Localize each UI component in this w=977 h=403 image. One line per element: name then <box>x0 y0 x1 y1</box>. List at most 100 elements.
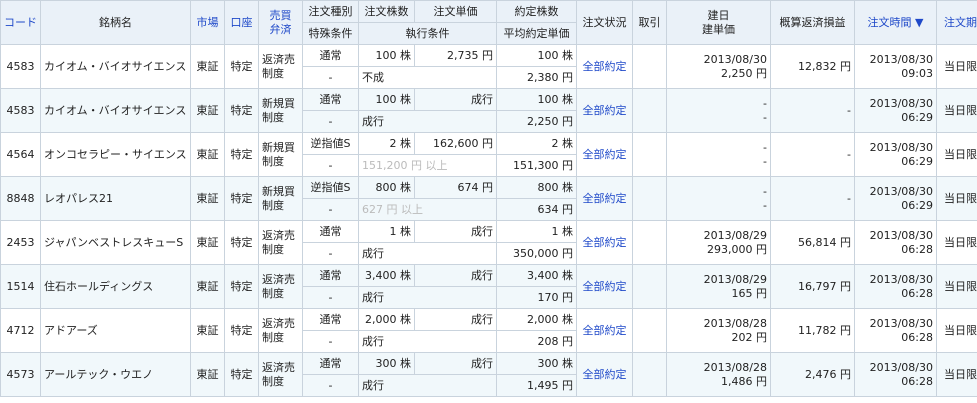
header-build: 建日 建単価 <box>666 0 771 45</box>
row-trade: 新規買 制度 <box>258 88 303 133</box>
row-avg-price: 151,300 円 <box>496 154 577 177</box>
row-account: 特定 <box>224 132 259 177</box>
row-status-link[interactable]: 全部約定 <box>576 132 633 177</box>
row-account: 特定 <box>224 176 259 221</box>
row-status-link[interactable]: 全部約定 <box>576 264 633 309</box>
row-trade-system: 制度 <box>262 110 284 124</box>
header-code[interactable]: コード <box>0 0 41 45</box>
row-order-type: 通常 <box>302 308 359 331</box>
row-filled-qty: 300 株 <box>496 352 577 375</box>
row-price: 成行 <box>414 308 497 331</box>
header-order-time[interactable]: 注文時間 ▼ <box>854 0 937 45</box>
row-order-time: 2013/08/30 06:28 <box>854 352 937 397</box>
row-code: 1514 <box>0 264 41 309</box>
row-qty: 100 株 <box>358 44 415 67</box>
row-build-price: 293,000 円 <box>707 242 767 256</box>
row-build-date: 2013/08/28 <box>703 360 767 374</box>
row-price: 成行 <box>414 352 497 375</box>
row-pnl: 2,476 円 <box>770 352 855 397</box>
row-order-time: 2013/08/30 09:03 <box>854 44 937 89</box>
row-build-date: - <box>763 96 767 110</box>
header-trade[interactable]: 売買 弁済 <box>258 0 303 45</box>
row-avg-price: 2,380 円 <box>496 66 577 89</box>
row-market: 東証 <box>190 44 225 89</box>
row-order-time: 2013/08/30 06:29 <box>854 88 937 133</box>
row-account: 特定 <box>224 88 259 133</box>
row-trade: 返済売 制度 <box>258 352 303 397</box>
row-exec-cond: 成行 <box>358 286 497 309</box>
row-order-type: 通常 <box>302 88 359 111</box>
row-code: 4564 <box>0 132 41 177</box>
row-expiry: 当日限り <box>936 176 977 221</box>
row-code: 4573 <box>0 352 41 397</box>
row-order-type: 通常 <box>302 44 359 67</box>
row-avg-price: 2,250 円 <box>496 110 577 133</box>
header-account[interactable]: 口座 <box>224 0 259 45</box>
row-status-link[interactable]: 全部約定 <box>576 44 633 89</box>
row-status-link[interactable]: 全部約定 <box>576 352 633 397</box>
row-order-date: 2013/08/30 <box>869 96 933 110</box>
row-build: 2013/08/29 293,000 円 <box>666 220 771 265</box>
row-order-time: 2013/08/30 06:28 <box>854 220 937 265</box>
row-qty: 2,000 株 <box>358 308 415 331</box>
row-avg-price: 634 円 <box>496 198 577 221</box>
header-market[interactable]: 市場 <box>190 0 225 45</box>
row-special-cond: - <box>302 154 359 177</box>
row-market: 東証 <box>190 176 225 221</box>
row-code: 4583 <box>0 44 41 89</box>
row-qty: 1 株 <box>358 220 415 243</box>
row-pnl: - <box>770 132 855 177</box>
row-trade: 返済売 制度 <box>258 264 303 309</box>
row-build: - - <box>666 132 771 177</box>
row-code: 8848 <box>0 176 41 221</box>
row-stock-name: レオパレス21 <box>40 176 191 221</box>
row-order-date: 2013/08/30 <box>869 272 933 286</box>
row-status-link[interactable]: 全部約定 <box>576 308 633 353</box>
row-expiry: 当日限り <box>936 220 977 265</box>
row-market: 東証 <box>190 308 225 353</box>
row-trade-system: 制度 <box>262 330 284 344</box>
row-price: 成行 <box>414 220 497 243</box>
row-pnl: 56,814 円 <box>770 220 855 265</box>
row-qty: 300 株 <box>358 352 415 375</box>
row-status-link[interactable]: 全部約定 <box>576 220 633 265</box>
row-build-price: 1,486 円 <box>721 374 767 388</box>
header-qty: 注文株数 <box>358 0 415 23</box>
row-cancel <box>632 308 667 353</box>
row-order-type: 通常 <box>302 352 359 375</box>
header-special-cond: 特殊条件 <box>302 22 359 45</box>
row-exec-cond: 成行 <box>358 330 497 353</box>
row-code: 2453 <box>0 220 41 265</box>
row-cancel <box>632 220 667 265</box>
row-status-link[interactable]: 全部約定 <box>576 176 633 221</box>
row-build-price: - <box>763 198 767 212</box>
row-avg-price: 350,000 円 <box>496 242 577 265</box>
row-cancel <box>632 44 667 89</box>
row-order-date: 2013/08/30 <box>869 360 933 374</box>
row-expiry: 当日限り <box>936 308 977 353</box>
row-build-price: 202 円 <box>731 330 768 344</box>
table-row: 4564 オンコセラピー・サイエンス 東証 特定 新規買 制度 逆指値S 2 株… <box>0 132 977 177</box>
row-order-time: 2013/08/30 06:28 <box>854 264 937 309</box>
row-code: 4712 <box>0 308 41 353</box>
row-price: 2,735 円 <box>414 44 497 67</box>
row-exec-cond: 627 円 以上 <box>358 198 497 221</box>
row-trade-system: 制度 <box>262 286 284 300</box>
row-stock-name: アールテック・ウエノ <box>40 352 191 397</box>
row-avg-price: 208 円 <box>496 330 577 353</box>
row-build-date: - <box>763 184 767 198</box>
row-qty: 100 株 <box>358 88 415 111</box>
header-expiry[interactable]: 注文期限 <box>936 0 977 45</box>
row-cancel <box>632 132 667 177</box>
row-trade: 返済売 制度 <box>258 44 303 89</box>
row-build-price: 2,250 円 <box>721 66 767 80</box>
table-row: 8848 レオパレス21 東証 特定 新規買 制度 逆指値S 800 株 674… <box>0 176 977 221</box>
row-special-cond: - <box>302 242 359 265</box>
row-status-link[interactable]: 全部約定 <box>576 88 633 133</box>
row-exec-cond: 成行 <box>358 242 497 265</box>
row-stock-name: カイオム・バイオサイエンス <box>40 88 191 133</box>
row-special-cond: - <box>302 286 359 309</box>
row-pnl: - <box>770 176 855 221</box>
row-filled-qty: 100 株 <box>496 44 577 67</box>
row-trade-type: 返済売 <box>262 52 295 66</box>
